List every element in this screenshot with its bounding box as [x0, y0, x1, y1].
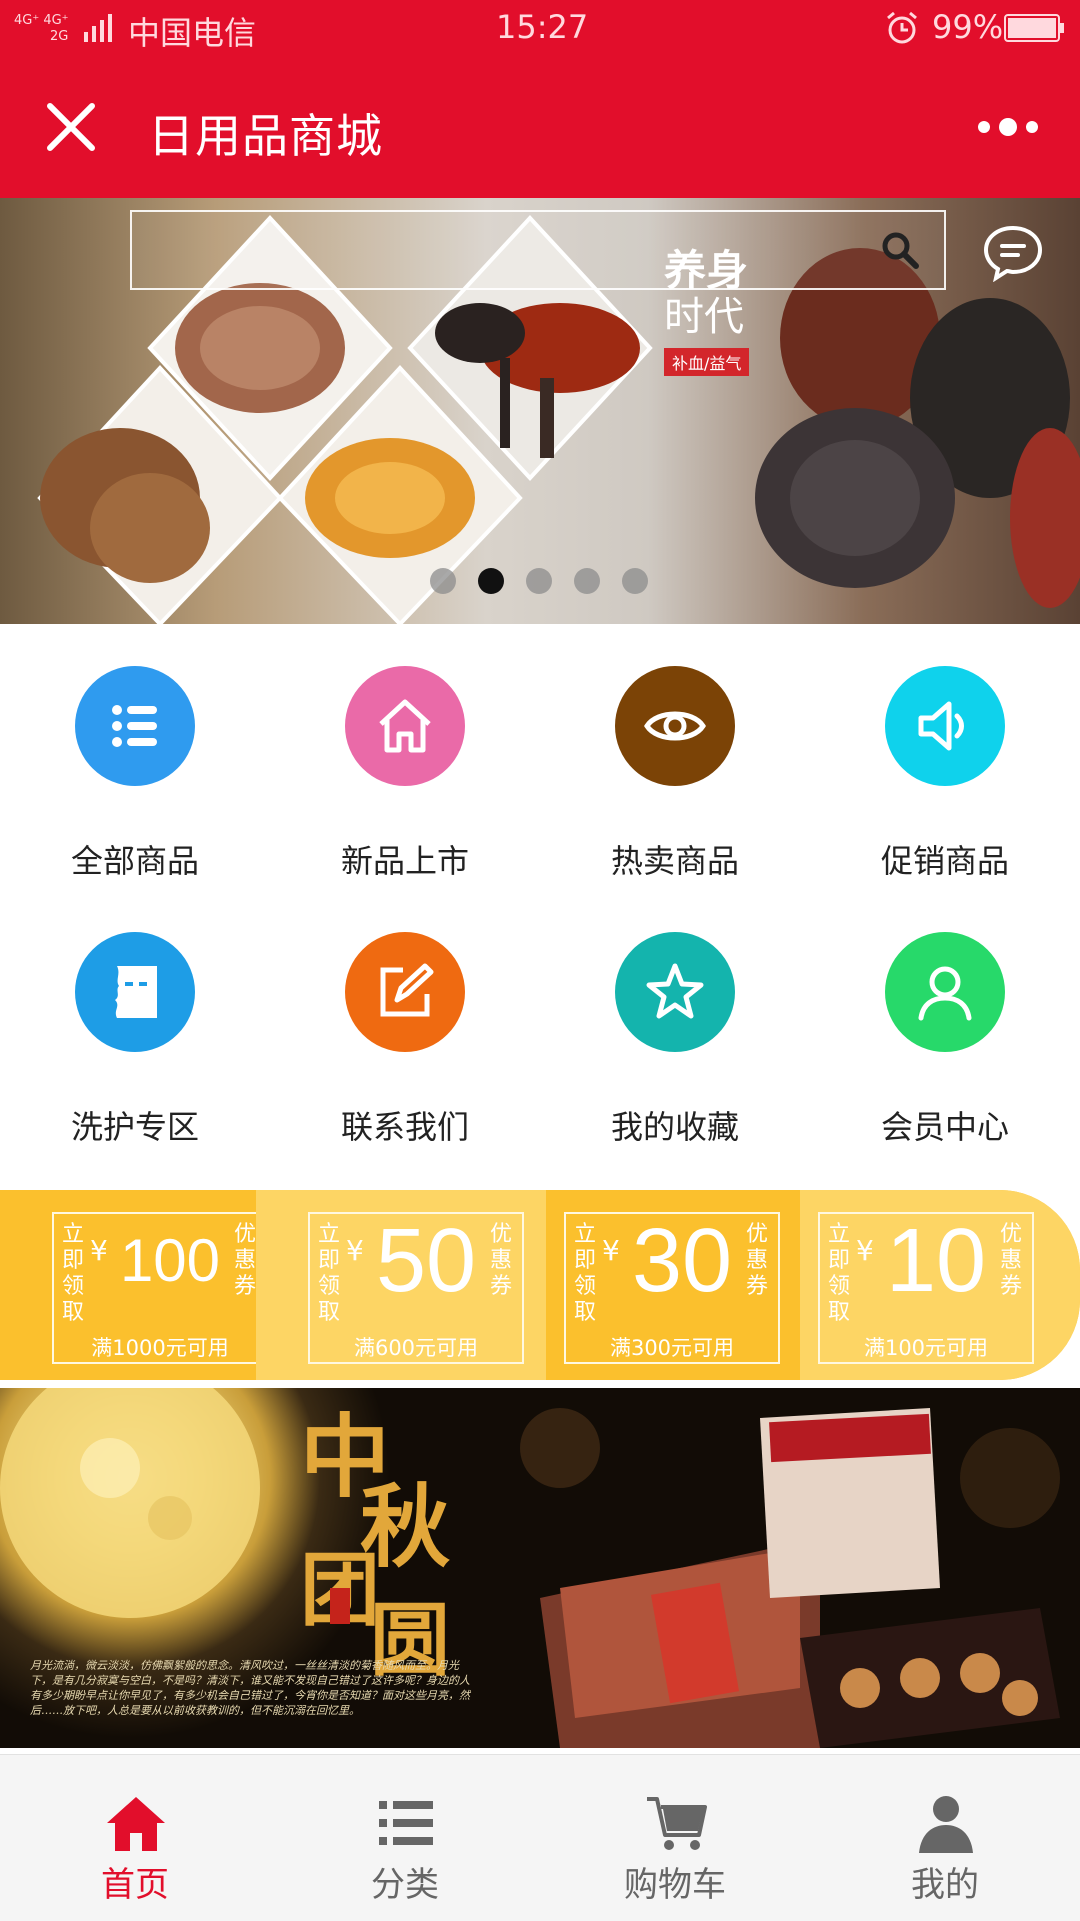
coupon-amount: 10: [885, 1211, 987, 1311]
banner-carousel[interactable]: 养身 时代 补血/益气: [0, 198, 1080, 624]
banner-tag: 补血/益气: [664, 348, 750, 376]
coupon-currency: ¥: [346, 1234, 364, 1267]
star-icon: [615, 932, 735, 1052]
user-icon: [885, 932, 1005, 1052]
coupon-currency: ¥: [90, 1234, 108, 1267]
grid-item-new-arrivals[interactable]: 新品上市: [270, 624, 540, 890]
more-icon[interactable]: [976, 112, 1040, 142]
coupon-30[interactable]: 立即领取 ¥ 30 优惠券 满300元可用: [546, 1190, 800, 1380]
battery-percent: 99%: [932, 8, 1004, 46]
coupon-type: 优惠券: [746, 1222, 769, 1299]
signal-icon: 4G⁺ 4G⁺ 2G: [14, 13, 112, 44]
promo-caption: 月光流淌，微云淡淡，仿佛飘絮般的思念。清风吹过，一丝丝清淡的菊香随风而至。月光下…: [30, 1659, 470, 1717]
banner-line2: 时代: [664, 294, 744, 340]
cart-icon: [647, 1797, 707, 1850]
title-bar: 日用品商城: [0, 56, 1080, 198]
nav-item-mine[interactable]: 我的: [810, 1755, 1080, 1921]
coupon-type: 优惠券: [490, 1222, 513, 1299]
grid-item-contact-us[interactable]: 联系我们: [270, 890, 540, 1156]
status-bar: 4G⁺ 4G⁺ 2G 中国电信 15:27 99%: [0, 0, 1080, 56]
page-title: 日用品商城: [148, 109, 383, 163]
grid-label: 洗护专区: [70, 1108, 199, 1146]
grid-item-member-center[interactable]: 会员中心: [810, 890, 1080, 1156]
nav-item-cart[interactable]: 购物车: [540, 1755, 810, 1921]
banner-slogan: 养身 时代 补血/益气: [664, 246, 750, 376]
carrier-name: 中国电信: [128, 14, 257, 52]
coupon-type: 优惠券: [234, 1222, 257, 1299]
grid-label: 会员中心: [880, 1108, 1009, 1146]
coupon-card: 立即领取 ¥ 30 优惠券 满300元可用: [564, 1211, 780, 1364]
eye-icon: [615, 666, 735, 786]
nav-item-category[interactable]: 分类: [270, 1755, 540, 1921]
carousel-indicators: [430, 568, 648, 594]
nav-label: 购物车: [624, 1865, 726, 1905]
coupon-condition: 满1000元可用: [91, 1336, 229, 1360]
mask-icon: [75, 932, 195, 1052]
coupon-amount: 100: [119, 1227, 221, 1294]
edit-icon: [345, 932, 465, 1052]
svg-text:2G: 2G: [50, 29, 68, 44]
nav-label: 分类: [371, 1865, 439, 1905]
grid-item-hot-sale[interactable]: 热卖商品: [540, 624, 810, 890]
coupon-condition: 满300元可用: [609, 1336, 735, 1360]
grid-item-care[interactable]: 洗护专区: [0, 890, 270, 1156]
coupon-claim-text: 立即领取: [828, 1222, 851, 1325]
coupon-currency: ¥: [856, 1234, 874, 1267]
battery-icon: [1004, 14, 1064, 42]
coupon-100[interactable]: 立即领取 ¥ 100 优惠券 满1000元可用: [0, 1190, 268, 1380]
grid-label: 我的收藏: [610, 1108, 739, 1146]
user-icon: [919, 1796, 973, 1853]
coupon-type: 优惠券: [1000, 1222, 1023, 1299]
speaker-icon: [885, 666, 1005, 786]
search-icon[interactable]: [878, 228, 922, 272]
carousel-dot[interactable]: [574, 568, 600, 594]
coupon-condition: 满100元可用: [863, 1336, 989, 1360]
nav-label: 首页: [101, 1865, 169, 1905]
message-icon[interactable]: [982, 224, 1044, 282]
coupon-condition: 满600元可用: [353, 1336, 479, 1360]
bottom-nav: 首页 分类 购物车 我的: [0, 1754, 1080, 1921]
grid-item-promotions[interactable]: 促销商品: [810, 624, 1080, 890]
coupon-currency: ¥: [602, 1234, 620, 1267]
grid-item-favorites[interactable]: 我的收藏: [540, 890, 810, 1156]
coupon-10[interactable]: 立即领取 ¥ 10 优惠券 满100元可用: [800, 1190, 1080, 1380]
home-icon: [345, 666, 465, 786]
carousel-dot[interactable]: [622, 568, 648, 594]
coupon-strip: 立即领取 ¥ 100 优惠券 满1000元可用 立即领取 ¥ 50 优惠券 满6…: [0, 1190, 1080, 1380]
coupon-card: 立即领取 ¥ 10 优惠券 满100元可用: [818, 1211, 1034, 1364]
coupon-claim-text: 立即领取: [318, 1222, 341, 1325]
coupon-card: 立即领取 ¥ 50 优惠券 满600元可用: [308, 1211, 524, 1364]
home-icon: [107, 1797, 165, 1851]
promo-banner[interactable]: 中 秋 团 圆 月光流淌，微云淡淡，仿佛飘絮般的思念。清风吹过，一丝丝清淡的菊香…: [0, 1388, 1080, 1748]
clock: 15:27: [496, 8, 589, 46]
coupon-amount: 30: [631, 1211, 733, 1311]
nav-item-home[interactable]: 首页: [0, 1755, 270, 1921]
coupon-50[interactable]: 立即领取 ¥ 50 优惠券 满600元可用: [256, 1190, 546, 1380]
alarm-icon: [887, 11, 917, 44]
carousel-dot-active[interactable]: [478, 568, 504, 594]
coupon-amount: 50: [375, 1211, 477, 1311]
list-icon: [75, 666, 195, 786]
carousel-dot[interactable]: [526, 568, 552, 594]
nav-label: 我的: [911, 1865, 979, 1905]
svg-text:4G⁺ 4G⁺: 4G⁺ 4G⁺: [14, 13, 69, 28]
banner-line1: 养身: [664, 246, 749, 295]
grid-label: 联系我们: [340, 1108, 469, 1146]
coupon-claim-text: 立即领取: [574, 1222, 597, 1325]
list-icon: [379, 1801, 433, 1845]
coupon-card: 立即领取 ¥ 100 优惠券 满1000元可用: [52, 1212, 268, 1364]
grid-label: 全部商品: [70, 842, 199, 880]
grid-label: 促销商品: [880, 842, 1009, 880]
close-icon[interactable]: [46, 102, 96, 152]
grid-label: 热卖商品: [610, 842, 739, 880]
category-grid: 全部商品 新品上市 热卖商品 促销商品 洗护专区 联系我们 我的收藏 会员中心: [0, 624, 1080, 1184]
search-input[interactable]: [130, 210, 946, 290]
grid-item-all-products[interactable]: 全部商品: [0, 624, 270, 890]
grid-label: 新品上市: [340, 842, 469, 880]
coupon-claim-text: 立即领取: [62, 1222, 85, 1325]
carousel-dot[interactable]: [430, 568, 456, 594]
